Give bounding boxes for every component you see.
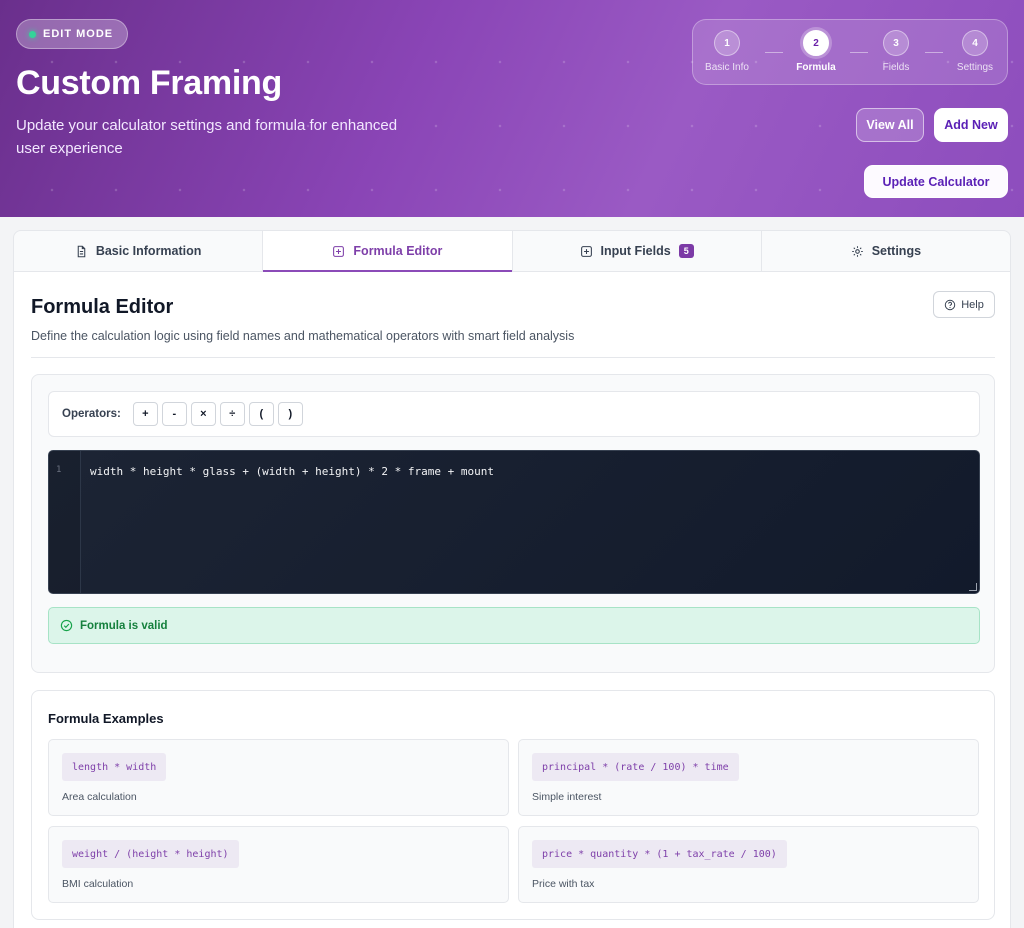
help-label: Help: [961, 298, 984, 311]
edit-mode-label: EDIT MODE: [43, 28, 114, 40]
formula-editor-panel: Formula Editor Define the calculation lo…: [13, 272, 1011, 928]
plus-square-icon: [580, 245, 592, 257]
tab-input-fields[interactable]: Input Fields 5: [513, 231, 762, 271]
step-label: Basic Info: [705, 62, 749, 73]
help-button[interactable]: Help: [933, 291, 995, 318]
step-number: 4: [962, 30, 988, 56]
section-title: Formula Editor: [31, 296, 174, 318]
operator-close-paren-button[interactable]: ): [277, 402, 303, 426]
tab-label: Formula Editor: [353, 244, 443, 258]
tab-basic-information[interactable]: Basic Information: [14, 231, 264, 271]
help-icon: [944, 299, 956, 310]
check-circle-icon: [60, 619, 73, 632]
formula-code-editor[interactable]: 1 width * height * glass + (width + heig…: [48, 450, 980, 594]
view-all-button[interactable]: View All: [856, 108, 924, 142]
example-description: Price with tax: [532, 878, 595, 890]
tab-settings[interactable]: Settings: [762, 231, 1010, 271]
formula-examples-card: Formula Examples length * width Area cal…: [31, 690, 995, 920]
example-card[interactable]: weight / (height * height) BMI calculati…: [48, 826, 509, 903]
document-icon: [77, 245, 86, 257]
validation-text: Formula is valid: [80, 619, 168, 632]
tab-label: Basic Information: [95, 244, 202, 258]
example-card[interactable]: length * width Area calculation: [48, 739, 509, 816]
tab-formula-editor[interactable]: Formula Editor: [263, 231, 513, 272]
example-formula: length * width: [62, 753, 167, 781]
example-formula: price * quantity * (1 + tax_rate / 100): [532, 840, 787, 868]
example-description: Area calculation: [62, 791, 137, 803]
validation-message: Formula is valid: [48, 607, 980, 644]
resize-handle[interactable]: [969, 583, 977, 591]
step-connector: [925, 52, 943, 53]
step-label: Formula: [796, 62, 836, 73]
step-label: Fields: [882, 62, 910, 73]
step-label: Settings: [956, 62, 994, 73]
page-subtitle: Update your calculator settings and form…: [16, 117, 398, 157]
gear-icon: [851, 245, 863, 257]
example-formula: weight / (height * height): [62, 840, 239, 868]
tab-label: Settings: [871, 244, 922, 258]
formula-text[interactable]: width * height * glass + (width + height…: [90, 465, 494, 478]
example-card[interactable]: principal * (rate / 100) * time Simple i…: [518, 739, 979, 816]
operator-multiply-button[interactable]: ×: [190, 402, 216, 426]
operator-minus-button[interactable]: -: [161, 402, 187, 426]
formula-editor-card: Operators: + - × ÷ ( ) 1 width * height …: [31, 374, 995, 673]
step-number: 3: [883, 30, 909, 56]
step-formula[interactable]: 2 Formula: [786, 30, 846, 73]
operator-plus-button[interactable]: +: [132, 402, 158, 426]
step-connector: [765, 52, 783, 53]
example-formula: principal * (rate / 100) * time: [532, 753, 739, 781]
step-settings[interactable]: 4 Settings: [945, 30, 1005, 73]
examples-title: Formula Examples: [48, 711, 164, 726]
hero-header: EDIT MODE Custom Framing Update your cal…: [0, 0, 1024, 217]
line-gutter: 1: [49, 451, 81, 593]
update-calculator-button[interactable]: Update Calculator: [864, 165, 1008, 198]
tab-bar: Basic Information Formula Editor Input F…: [13, 230, 1011, 272]
step-number: 1: [714, 30, 740, 56]
example-description: Simple interest: [532, 791, 602, 803]
operators-toolbar: Operators: + - × ÷ ( ): [48, 391, 980, 437]
operator-open-paren-button[interactable]: (: [248, 402, 274, 426]
plus-square-icon: [333, 245, 345, 257]
step-fields[interactable]: 3 Fields: [866, 30, 926, 73]
example-description: BMI calculation: [62, 878, 134, 890]
divider: [31, 357, 995, 358]
status-dot-icon: [29, 30, 36, 38]
field-count-badge: 5: [678, 244, 694, 258]
operators-label: Operators:: [62, 408, 121, 420]
example-card[interactable]: price * quantity * (1 + tax_rate / 100) …: [518, 826, 979, 903]
section-description: Define the calculation logic using field…: [31, 329, 575, 343]
page-title: Custom Framing: [16, 64, 282, 102]
edit-mode-badge: EDIT MODE: [16, 19, 129, 49]
operator-divide-button[interactable]: ÷: [219, 402, 245, 426]
tab-label: Input Fields: [600, 244, 671, 258]
step-basic-info[interactable]: 1 Basic Info: [697, 30, 757, 73]
step-number: 2: [803, 30, 829, 56]
progress-stepper: 1 Basic Info 2 Formula 3 Fields 4 Settin…: [692, 19, 1008, 85]
line-number: 1: [56, 465, 62, 475]
add-new-button[interactable]: Add New: [934, 108, 1008, 142]
